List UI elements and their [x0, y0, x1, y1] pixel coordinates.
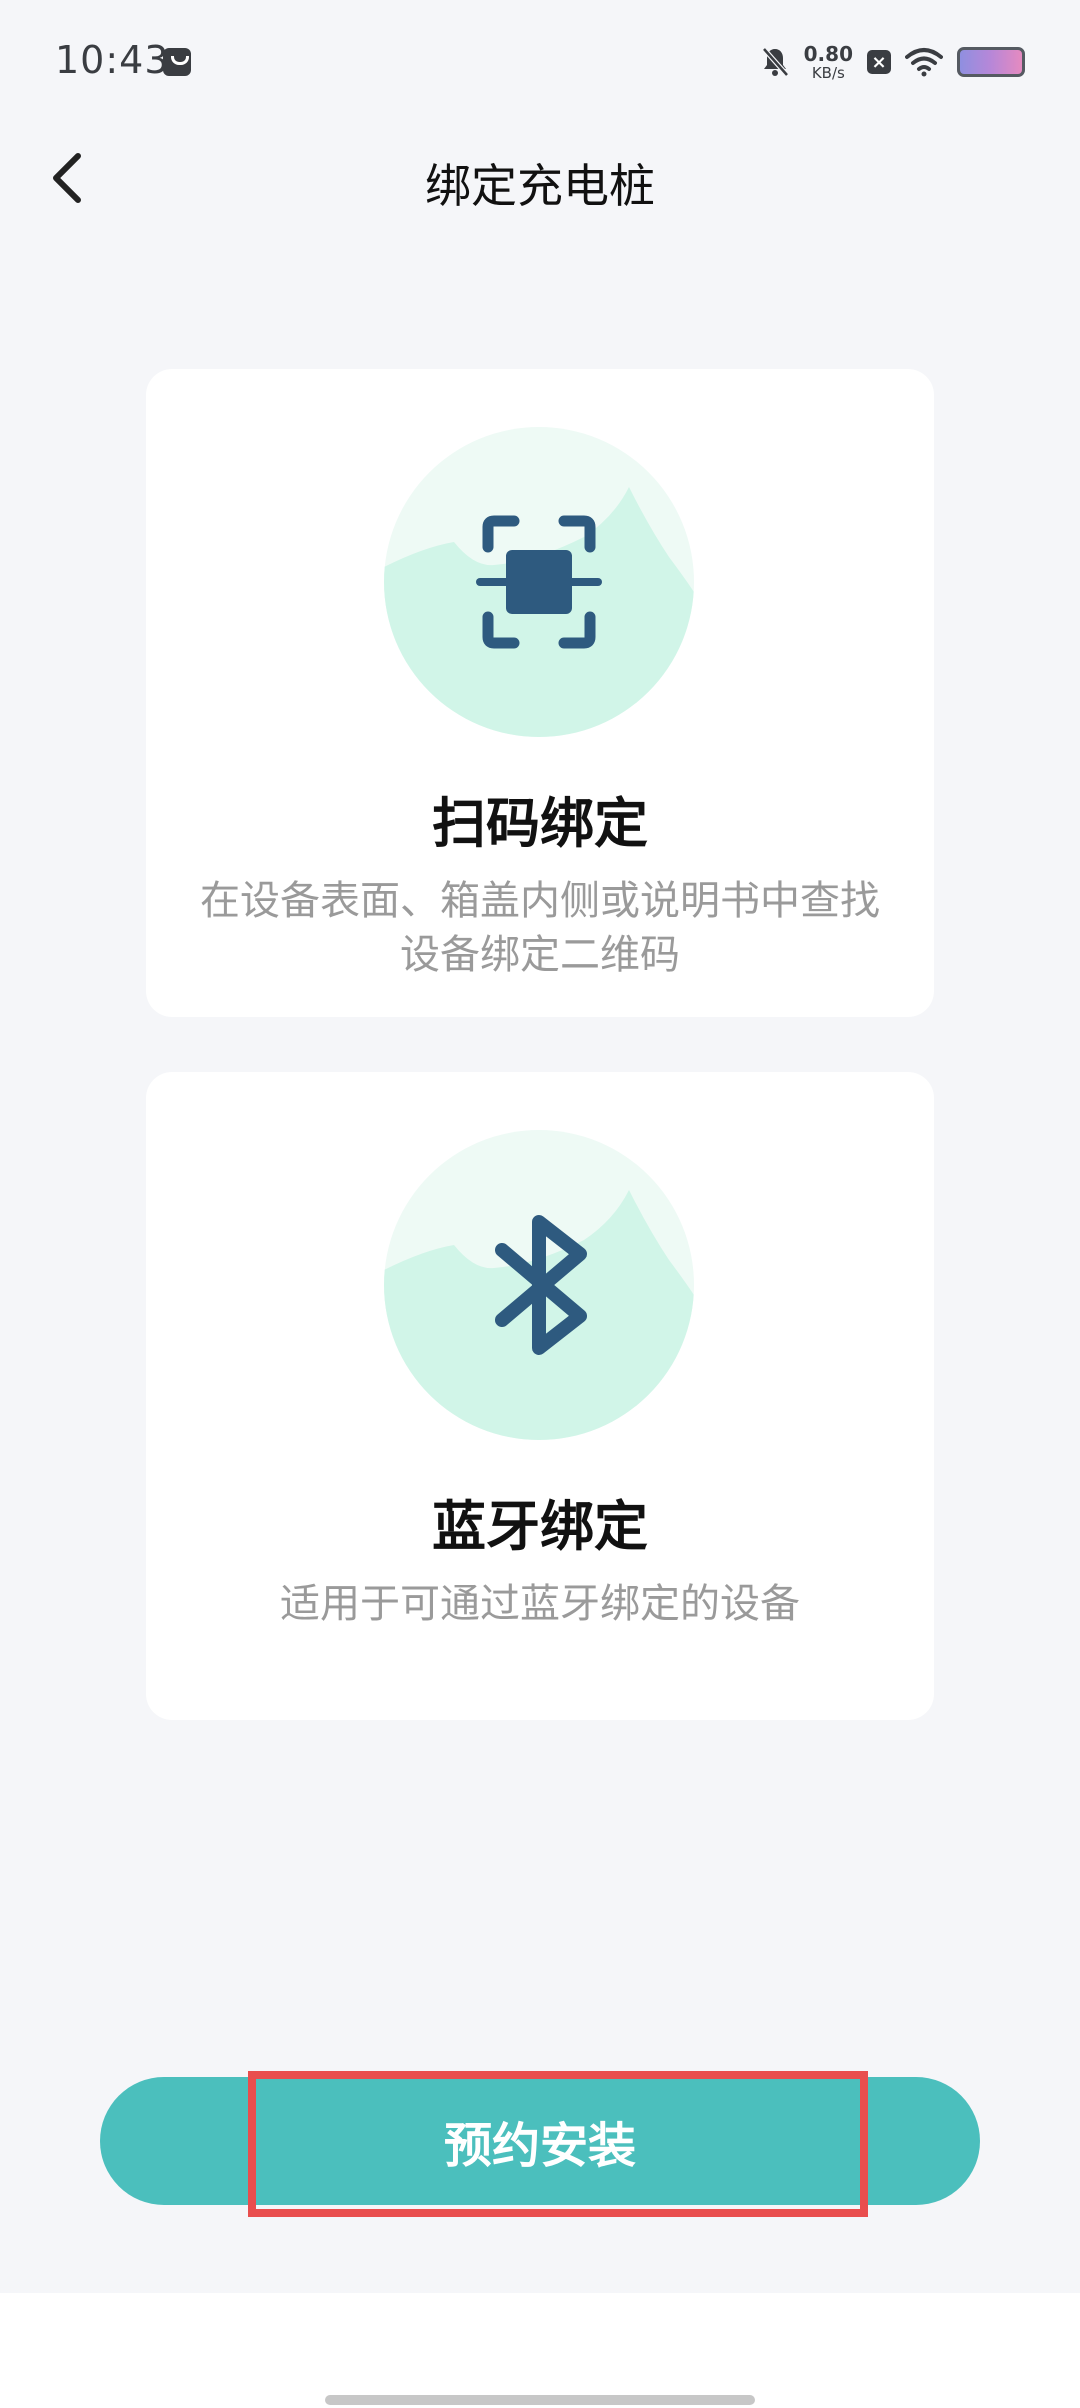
scan-bind-title: 扫码绑定	[432, 792, 648, 855]
scan-bind-card[interactable]: 扫码绑定 在设备表面、箱盖内侧或说明书中查找设备绑定二维码	[146, 369, 934, 1017]
close-badge-icon: ×	[867, 50, 891, 74]
qr-scan-icon	[384, 427, 694, 737]
bluetooth-bind-card[interactable]: 蓝牙绑定 适用于可通过蓝牙绑定的设备	[146, 1072, 934, 1720]
scan-bind-description: 在设备表面、箱盖内侧或说明书中查找设备绑定二维码	[200, 878, 880, 978]
net-speed-value: 0.80	[803, 41, 853, 66]
bell-muted-icon	[761, 47, 789, 77]
home-indicator[interactable]	[325, 2395, 755, 2405]
bluetooth-bind-description: 适用于可通过蓝牙绑定的设备	[280, 1581, 800, 1627]
status-icons: 0.80 KB/s ×	[760, 40, 1025, 84]
net-speed: 0.80 KB/s	[804, 44, 853, 81]
net-speed-unit: KB/s	[811, 63, 845, 82]
page-title: 绑定充电桩	[425, 159, 655, 213]
status-time: 10:43	[55, 38, 170, 82]
shopping-bag-icon	[163, 48, 191, 76]
screen: 10:43 0.80 KB/s × 绑定充电桩 扫码绑定 在设备表面、箱盖内侧或…	[0, 0, 1080, 2408]
bluetooth-bind-title: 蓝牙绑定	[432, 1495, 648, 1558]
highlight-box	[248, 2071, 868, 2217]
battery-icon	[957, 47, 1025, 77]
wifi-icon	[905, 48, 943, 77]
status-bar: 10:43 0.80 KB/s ×	[0, 0, 1080, 130]
bluetooth-icon	[384, 1130, 694, 1440]
bottom-area	[0, 2293, 1080, 2408]
